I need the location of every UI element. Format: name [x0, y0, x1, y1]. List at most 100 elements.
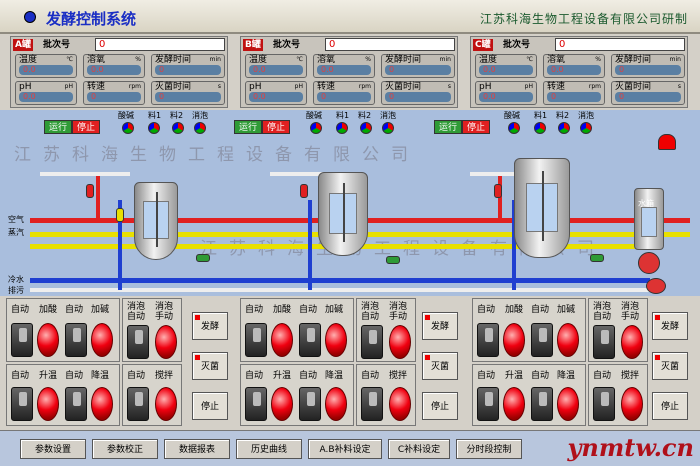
tank-b-stir-switch[interactable]: [361, 387, 383, 421]
tank-c-feed-label-1: 酸碱: [504, 111, 520, 120]
tank-b-cool-switch[interactable]: [299, 387, 321, 421]
tank-a-run-button[interactable]: 运行: [44, 120, 72, 134]
tank-b-feed-icon-1[interactable]: [310, 122, 322, 134]
tank-b-acid-lamp: [271, 323, 293, 357]
tank-b-run-button[interactable]: 运行: [234, 120, 262, 134]
tank-c-panel: C罐 批次号 0 温度 ℃ 0.0 溶氧% 0.0 发酵时间 min 0 pH pH 0.0 …: [470, 36, 688, 108]
fermenter-b: [318, 172, 368, 256]
tank-c-sterilize-button[interactable]: 灭菌: [652, 352, 688, 380]
c-feed-settings-button[interactable]: C补料设定: [388, 439, 450, 459]
valve-a-2-icon[interactable]: [116, 208, 124, 222]
tank-b-feed-icon-3[interactable]: [360, 122, 372, 134]
tank-b-ferment-button[interactable]: 发酵: [422, 312, 458, 340]
fermenter-a: [134, 182, 178, 260]
tank-b-feed-label-3: 料2: [358, 111, 372, 120]
tank-a-ctl-label-2: 加酸: [39, 305, 58, 315]
tank-b-batch-input[interactable]: 0: [325, 38, 455, 51]
pump-1-icon[interactable]: [638, 252, 660, 274]
tank-c-acid-auto-switch[interactable]: [477, 323, 499, 357]
param-calibration-button[interactable]: 参数校正: [92, 439, 158, 459]
tank-c-feed-icon-1[interactable]: [508, 122, 520, 134]
tank-c-feed-icon-2[interactable]: [534, 122, 546, 134]
tank-c-stir-switch[interactable]: [593, 387, 615, 421]
tank-b-base-auto-switch[interactable]: [299, 323, 321, 357]
tank-b-temp-label-1: 自动: [245, 371, 264, 381]
tank-a-antifoam-switch[interactable]: [127, 325, 149, 359]
tank-a-ferm-time: 发酵时间 min 0: [151, 54, 225, 78]
tank-b-feed-label-1: 酸碱: [306, 111, 322, 120]
tank-c-batch-input[interactable]: 0: [555, 38, 685, 51]
tank-a-feed-icon-2[interactable]: [148, 122, 160, 134]
tank-c-feed-icon-4[interactable]: [580, 122, 592, 134]
tank-a-sterilize-button[interactable]: 灭菌: [192, 352, 228, 380]
tank-b-heat-switch[interactable]: [245, 387, 267, 421]
steam-line-label: 蒸汽: [8, 228, 24, 237]
data-report-button[interactable]: 数据报表: [164, 439, 230, 459]
tank-a-temp-label-3: 自动: [65, 371, 84, 381]
tank-b-stop-button[interactable]: 停止: [262, 120, 290, 134]
tank-c-stop-ctl-button[interactable]: 停止: [652, 392, 688, 420]
tank-a-batch-input[interactable]: 0: [95, 38, 225, 51]
tank-b-ctl-label-3: 自动: [299, 305, 318, 315]
tank-c-ctl-label-2: 加酸: [505, 305, 524, 315]
fermenter-c: [514, 158, 570, 258]
tank-c-heat-lamp: [503, 387, 525, 421]
tank-c-stir-panel: 自动 搅拌: [588, 364, 648, 426]
tank-c-label: C罐: [473, 39, 493, 51]
alarm-lamp-icon: [658, 134, 676, 150]
valve-a-1-icon[interactable]: [86, 184, 94, 198]
valve-a-3-icon[interactable]: [196, 254, 210, 262]
history-curve-button[interactable]: 历史曲线: [236, 439, 302, 459]
tank-a-stir-label: 搅拌: [155, 371, 174, 381]
tank-c-steril-time: 灭菌时间 s 0: [611, 81, 685, 105]
tank-a-feed-icon-1[interactable]: [122, 122, 134, 134]
tank-b-do: 溶氧% 0.0: [313, 54, 375, 78]
timed-control-button[interactable]: 分时段控制: [456, 439, 522, 459]
tank-c-heat-switch[interactable]: [477, 387, 499, 421]
valve-c-2-icon[interactable]: [590, 254, 604, 262]
tank-c-stop-button[interactable]: 停止: [462, 120, 490, 134]
tank-c-stir-auto-label: 自动: [593, 371, 612, 381]
tank-a-stir-panel: 自动 搅拌: [122, 364, 182, 426]
tank-a-stop-button[interactable]: 停止: [72, 120, 100, 134]
tank-a-feed-icon-3[interactable]: [172, 122, 184, 134]
tank-c-run-button[interactable]: 运行: [434, 120, 462, 134]
tank-a-stop-ctl-button[interactable]: 停止: [192, 392, 228, 420]
tank-b-temp-label-3: 自动: [299, 371, 318, 381]
tank-c-feed-label-3: 料2: [556, 111, 570, 120]
tank-c-feed-icon-3[interactable]: [558, 122, 570, 134]
tank-c-cool-switch[interactable]: [531, 387, 553, 421]
valve-b-1-icon[interactable]: [300, 184, 308, 198]
ab-feed-settings-button[interactable]: A.B补料设定: [308, 439, 382, 459]
cold-water-line-label: 冷水: [8, 275, 24, 284]
tank-b-antifoam-manual-label: 消泡手动: [389, 302, 408, 322]
tank-c-antifoam-switch[interactable]: [593, 325, 615, 359]
tank-b-antifoam-switch[interactable]: [361, 325, 383, 359]
valve-b-2-icon[interactable]: [386, 256, 400, 264]
pump-2-icon[interactable]: [646, 278, 666, 294]
tank-a-ferment-button[interactable]: 发酵: [192, 312, 228, 340]
tank-a-stir-switch[interactable]: [127, 387, 149, 421]
tank-b-stop-ctl-button[interactable]: 停止: [422, 392, 458, 420]
tank-c-speed: 转速 rpm 0: [543, 81, 605, 105]
tank-b-sterilize-button[interactable]: 灭菌: [422, 352, 458, 380]
tank-a-antifoam-lamp: [155, 325, 177, 359]
tank-b-feed-icon-4[interactable]: [382, 122, 394, 134]
tank-a-cool-switch[interactable]: [65, 387, 87, 421]
tank-b-acid-auto-switch[interactable]: [245, 323, 267, 357]
tank-a-base-auto-switch[interactable]: [65, 323, 87, 357]
tank-c-base-auto-switch[interactable]: [531, 323, 553, 357]
tank-b-steril-time: 灭菌时间 s 0: [381, 81, 455, 105]
tank-c-ctl-label-4: 加碱: [557, 305, 576, 315]
tank-a-heat-switch[interactable]: [11, 387, 33, 421]
tank-a-feed-icon-4[interactable]: [194, 122, 206, 134]
tank-b-feed-icon-2[interactable]: [336, 122, 348, 134]
tank-a-antifoam-auto-label: 消泡自动: [127, 302, 146, 322]
tank-a-acid-auto-switch[interactable]: [11, 323, 33, 357]
tank-c-ferment-button[interactable]: 发酵: [652, 312, 688, 340]
tank-a-feed-label-1: 酸碱: [118, 111, 134, 120]
param-settings-button[interactable]: 参数设置: [20, 439, 86, 459]
tank-a-acid-lamp: [37, 323, 59, 357]
valve-c-1-icon[interactable]: [494, 184, 502, 198]
drain-line-label: 排污: [8, 286, 24, 295]
